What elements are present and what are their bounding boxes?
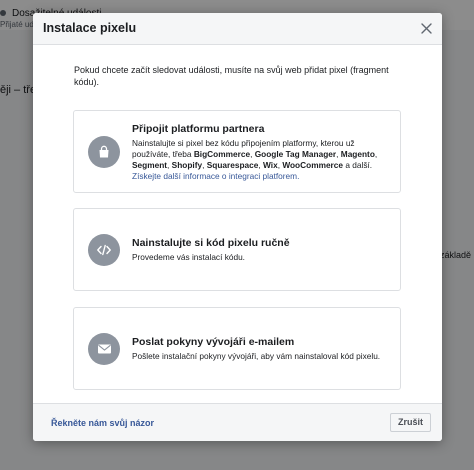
dialog-title: Instalace pixelu	[43, 21, 137, 35]
intro-text: Pokud chcete začít sledovat události, mu…	[74, 65, 389, 87]
option-text: Poslat pokyny vývojáři e-mailem Pošlete …	[132, 336, 390, 362]
platform-name: Magento	[340, 149, 375, 159]
option-text: Nainstalujte si kód pixelu ručně Provede…	[132, 237, 390, 263]
platform-name: WooCommerce	[282, 160, 344, 170]
option-email-developer[interactable]: Poslat pokyny vývojáři e-mailem Pošlete …	[73, 307, 401, 390]
close-button[interactable]	[416, 18, 436, 38]
dialog-header: Instalace pixelu	[33, 13, 442, 45]
option-description: Provedeme vás instalací kódu.	[132, 252, 245, 262]
cancel-button[interactable]: Zrušit	[389, 413, 431, 432]
option-manual-install[interactable]: Nainstalujte si kód pixelu ručně Provede…	[73, 208, 401, 291]
close-icon	[420, 22, 432, 34]
option-description: Nainstalujte si pixel bez kódu připojení…	[132, 138, 378, 181]
platform-name: Wix	[263, 160, 278, 170]
option-title: Nainstalujte si kód pixelu ručně	[132, 237, 290, 249]
option-title: Připojit platformu partnera	[132, 123, 265, 135]
pixel-install-dialog: Instalace pixelu Pokud chcete začít sled…	[33, 13, 442, 441]
platform-name: Shopify	[171, 160, 203, 170]
option-title: Poslat pokyny vývojáři e-mailem	[132, 336, 295, 348]
envelope-icon	[97, 344, 111, 354]
option-partner-platform[interactable]: Připojit platformu partnera Nainstalujte…	[73, 110, 401, 193]
option-icon-circle	[88, 333, 120, 365]
option-icon-circle	[88, 234, 120, 266]
platform-name: Squarespace	[206, 160, 259, 170]
option-icon-circle	[88, 136, 120, 168]
dialog-footer: Řekněte nám svůj názor Zrušit	[33, 403, 442, 441]
platform-name: BigCommerce	[193, 149, 251, 159]
platform-integration-link[interactable]: Získejte další informace o integraci pla…	[132, 171, 299, 181]
option-text: Připojit platformu partnera Nainstalujte…	[132, 123, 390, 182]
feedback-link[interactable]: Řekněte nám svůj názor	[51, 418, 154, 428]
platform-name: Segment	[132, 160, 168, 170]
shopping-bag-icon	[99, 145, 109, 158]
code-icon	[97, 244, 111, 256]
platform-name: Google Tag Manager	[254, 149, 337, 159]
dialog-body: Pokud chcete začít sledovat události, mu…	[33, 45, 442, 402]
option-description: Pošlete instalační pokyny vývojáři, aby …	[132, 351, 381, 361]
